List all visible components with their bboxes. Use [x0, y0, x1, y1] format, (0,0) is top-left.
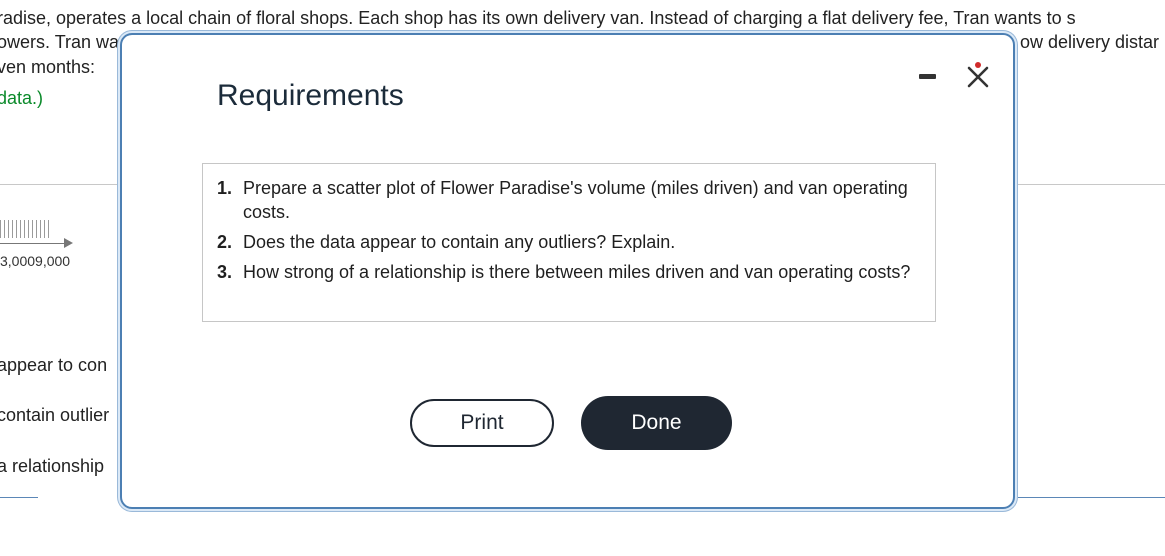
requirement-number: 3. [217, 262, 233, 282]
requirement-item: 1. Prepare a scatter plot of Flower Para… [217, 176, 935, 224]
scatter-axis-fragment: 3,0009,000 [0, 220, 80, 270]
requirement-item: 2. Does the data appear to contain any o… [217, 230, 935, 254]
x-axis-line [0, 243, 66, 244]
problem-text-line-1: radise, operates a local chain of floral… [0, 8, 1076, 28]
minimize-button[interactable] [914, 65, 942, 89]
requirement-text: Prepare a scatter plot of Flower Paradis… [243, 178, 908, 222]
close-accent-dot [975, 62, 981, 68]
bottom-divider-right [1018, 497, 1165, 498]
problem-text-line-2: owers. Tran wa [0, 32, 120, 52]
axis-tick-label: 3,0009,000 [0, 253, 71, 269]
requirement-number: 2. [217, 232, 233, 252]
problem-text-line-3: ven months: [0, 57, 96, 77]
print-button[interactable]: Print [410, 399, 554, 447]
requirement-number: 1. [217, 178, 233, 198]
requirement-text: How strong of a relationship is there be… [243, 262, 911, 282]
bottom-divider-left [0, 497, 38, 498]
question-text-1: appear to con [0, 355, 108, 375]
section-divider-right [1018, 184, 1165, 185]
close-button[interactable] [962, 59, 994, 91]
problem-text-line-2-end: ow delivery distar [1020, 32, 1160, 52]
requirements-box: 1. Prepare a scatter plot of Flower Para… [202, 163, 936, 322]
question-text-2: contain outlier [0, 405, 110, 425]
requirement-item: 3. How strong of a relationship is there… [217, 260, 935, 284]
section-divider [0, 184, 122, 185]
requirements-list: 1. Prepare a scatter plot of Flower Para… [203, 164, 935, 284]
requirements-dialog: Requirements 1. Prepare a scatter plot o… [120, 33, 1015, 509]
axis-arrow-icon [64, 238, 73, 248]
done-button[interactable]: Done [581, 396, 732, 450]
requirement-text: Does the data appear to contain any outl… [243, 232, 676, 252]
data-link[interactable]: data.) [0, 88, 43, 109]
dialog-title: Requirements [217, 79, 404, 112]
question-text-3: a relationship [0, 456, 105, 476]
axis-ticks [0, 220, 52, 238]
